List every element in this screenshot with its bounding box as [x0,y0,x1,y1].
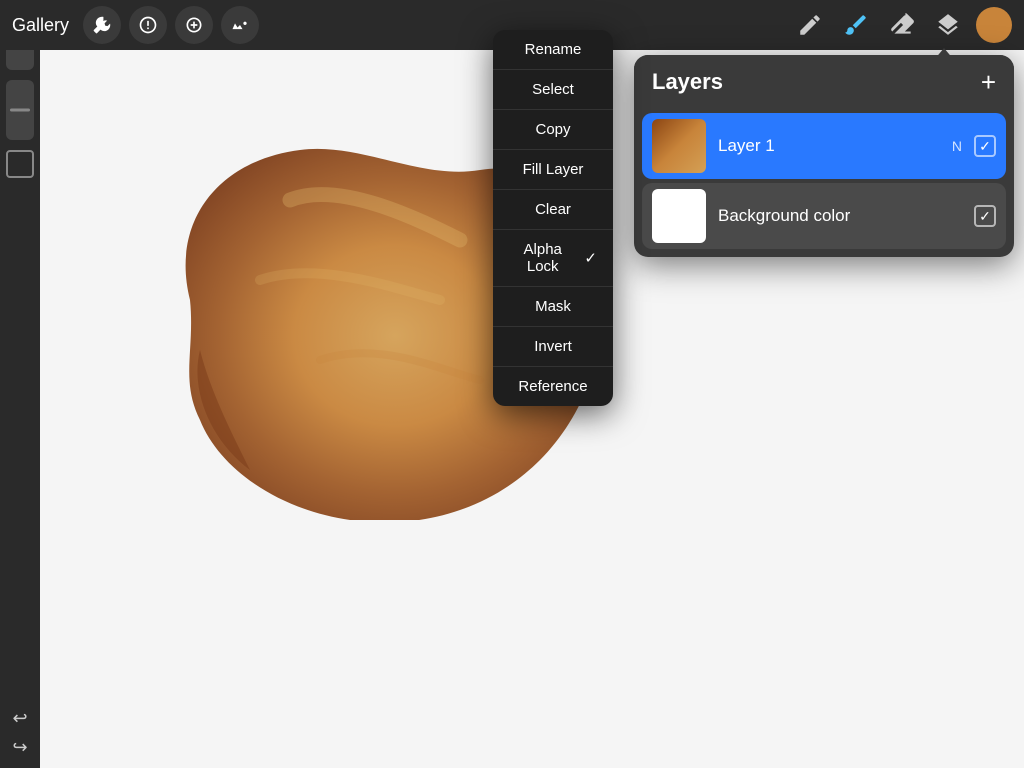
layer-bg-checkbox[interactable] [974,205,996,227]
redo-button[interactable]: ↪ [12,737,27,758]
sidebar-bottom: ↩ ↪ [12,708,27,758]
menu-item-mask[interactable]: Mask [493,287,613,327]
layers-header: Layers + [634,55,1014,109]
layer-item-background[interactable]: Background color [642,183,1006,249]
layer-1-name: Layer 1 [718,136,940,156]
layers-title: Layers [652,69,723,95]
layers-panel: Layers + Layer 1 N Background color [634,55,1014,257]
gallery-button[interactable]: Gallery [12,15,69,36]
layers-panel-caret [934,48,954,60]
layer-1-mode: N [952,138,962,154]
menu-item-invert[interactable]: Invert [493,327,613,367]
menu-item-reference[interactable]: Reference [493,367,613,406]
brush-tool-button[interactable] [838,7,874,43]
layers-list: Layer 1 N Background color [634,109,1014,257]
menu-item-alpha-lock[interactable]: Alpha Lock ✓ [493,230,613,287]
layer-bg-thumbnail [652,189,706,243]
menu-item-rename[interactable]: Rename [493,30,613,70]
layers-tool-button[interactable] [930,7,966,43]
right-tools [792,7,1012,43]
eraser-tool-button[interactable] [884,7,920,43]
menu-item-fill-layer[interactable]: Fill Layer [493,150,613,190]
layer-item-1[interactable]: Layer 1 N [642,113,1006,179]
layer-1-checkbox[interactable] [974,135,996,157]
selection-button[interactable] [221,6,259,44]
layer-1-thumbnail [652,119,706,173]
layers-add-button[interactable]: + [981,69,996,95]
brush-opacity-slider[interactable] [6,80,34,140]
pen-tool-button[interactable] [792,7,828,43]
user-avatar[interactable] [976,7,1012,43]
layer-bg-name: Background color [718,206,962,226]
color-picker[interactable] [6,150,34,178]
left-sidebar: ↩ ↪ [0,0,40,768]
menu-item-copy[interactable]: Copy [493,110,613,150]
wrench-button[interactable] [83,6,121,44]
context-menu: Rename Select Copy Fill Layer Clear Alph… [493,30,613,406]
menu-item-clear[interactable]: Clear [493,190,613,230]
adjust-button[interactable] [129,6,167,44]
menu-item-select[interactable]: Select [493,70,613,110]
undo-button[interactable]: ↩ [12,708,27,729]
smudge-button[interactable] [175,6,213,44]
